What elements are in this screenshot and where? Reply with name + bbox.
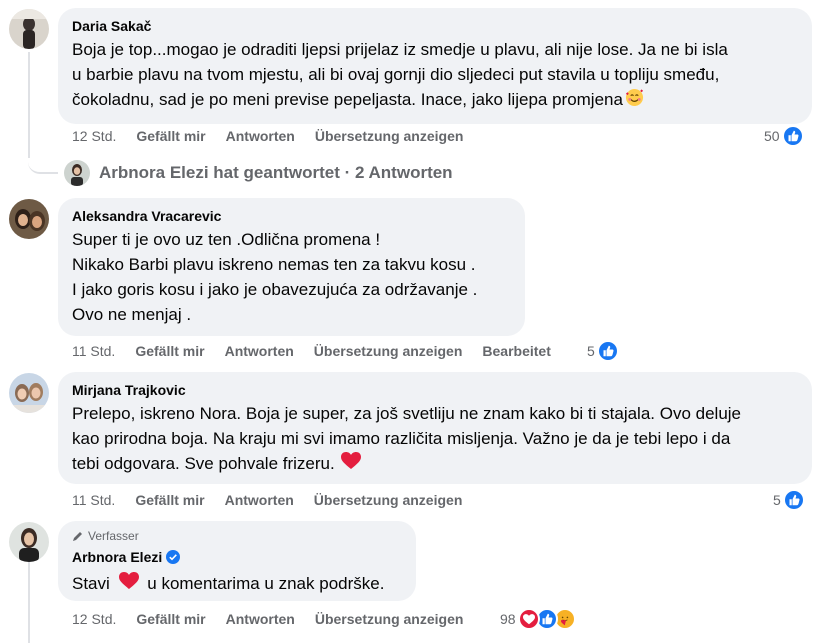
reaction-count: 50 [764, 128, 780, 144]
replies-text: Arbnora Elezi hat geantwortet · 2 Antwor… [99, 163, 453, 182]
reaction-summary[interactable]: 5 [587, 340, 619, 362]
comment-actions: 12 Std. Gefällt mir Antworten Übersetzung a… [72, 611, 483, 627]
comment-time[interactable]: 12 Std. [72, 611, 116, 627]
comment-line: I jako goris kosu i jako je obavezujuća … [72, 280, 478, 299]
comment-text: Stavi u komentarima u znak podrške. [72, 571, 402, 597]
red-heart-icon [340, 452, 361, 477]
translate-button[interactable]: Übersetzung anzeigen [315, 611, 464, 627]
comment-actions: 11 Std. Gefällt mir Antworten Übersetzung a… [72, 492, 482, 508]
reaction-summary[interactable]: 5 [773, 489, 805, 511]
comment-text: Super ti je ovo uz ten .Odlična promena … [72, 227, 511, 327]
comment-line: u barbie plavu na tvom mjestu, ali bi ov… [72, 65, 720, 84]
thread-connector [28, 150, 58, 174]
verified-badge-icon [166, 550, 181, 568]
like-button[interactable]: Gefällt mir [136, 611, 205, 627]
comment-line: čokoladnu, sad je po meni previse pepelj… [72, 90, 623, 109]
thread-line [28, 548, 30, 643]
comment-text-end: u komentarima u znak podrške. [147, 574, 385, 593]
smiling-face-with-hearts-icon [625, 88, 644, 114]
avatar[interactable] [9, 522, 49, 562]
translate-button[interactable]: Übersetzung anzeigen [315, 128, 464, 144]
comment-author[interactable]: Mirjana Trajkovic [72, 381, 798, 399]
comment-actions: 11 Std. Gefällt mir Antworten Übersetzung a… [72, 343, 571, 359]
comment-time[interactable]: 12 Std. [72, 128, 116, 144]
red-heart-icon [118, 572, 139, 597]
like-icon [781, 125, 804, 147]
comment-author[interactable]: Aleksandra Vracarevic [72, 207, 511, 225]
reaction-count: 5 [587, 343, 595, 359]
love-icon [517, 608, 540, 630]
comment-time[interactable]: 11 Std. [72, 492, 115, 508]
comment-author[interactable]: Daria Sakač [72, 17, 798, 35]
comment-text: Boja je top...mogao je odraditi ljepsi p… [72, 37, 798, 114]
author-badge: Verfasser [72, 529, 402, 543]
comment-line: tebi odgovara. Sve pohvale frizeru. [72, 454, 335, 473]
comment-text-start: Stavi [72, 574, 110, 593]
comment-author[interactable]: Arbnora Elezi [72, 549, 162, 565]
reaction-summary[interactable]: 50 [764, 125, 804, 147]
view-replies-link[interactable]: Arbnora Elezi hat geantwortet · 2 Antwor… [64, 160, 453, 186]
comment-bubble: Aleksandra Vracarevic Super ti je ovo uz… [58, 198, 525, 336]
comment-bubble: Daria Sakač Boja je top...mogao je odrad… [58, 8, 812, 124]
comment-line: Prelepo, iskreno Nora. Boja je super, za… [72, 404, 742, 423]
reaction-summary[interactable]: 98 [500, 608, 576, 630]
comment-line: kao prirodna boja. Na kraju mi svi imamo… [72, 429, 731, 448]
avatar[interactable] [9, 9, 49, 49]
reaction-count: 98 [500, 611, 516, 627]
avatar[interactable] [9, 199, 49, 239]
comment-line-wrap: čokoladnu, sad je po meni previse pepelj… [72, 87, 798, 114]
reply-button[interactable]: Antworten [226, 611, 295, 627]
comment-time[interactable]: 11 Std. [72, 343, 115, 359]
comment-line: Boja je top...mogao je odraditi ljepsi p… [72, 40, 728, 59]
comment-bubble: Mirjana Trajkovic Prelepo, iskreno Nora.… [58, 372, 812, 484]
like-icon [596, 340, 619, 362]
reaction-count: 5 [773, 492, 781, 508]
comment-line: Ovo ne menjaj . [72, 305, 192, 324]
translate-button[interactable]: Übersetzung anzeigen [314, 343, 463, 359]
reply-button[interactable]: Antworten [226, 128, 295, 144]
translate-button[interactable]: Übersetzung anzeigen [314, 492, 463, 508]
comment-line-wrap: tebi odgovara. Sve pohvale frizeru. [72, 451, 798, 477]
thread-line [28, 52, 30, 158]
like-button[interactable]: Gefällt mir [135, 343, 204, 359]
avatar[interactable] [9, 373, 49, 413]
like-button[interactable]: Gefällt mir [135, 492, 204, 508]
avatar [64, 160, 90, 186]
edited-label[interactable]: Bearbeitet [482, 343, 550, 359]
comment-text: Prelepo, iskreno Nora. Boja je super, za… [72, 401, 798, 477]
comment-author-wrap: Arbnora Elezi [72, 548, 402, 568]
pen-icon [72, 530, 84, 542]
reply-button[interactable]: Antworten [225, 492, 294, 508]
author-badge-label: Verfasser [88, 529, 139, 543]
comment-actions: 12 Std. Gefällt mir Antworten Übersetzung a… [72, 128, 483, 144]
like-icon [782, 489, 805, 511]
comment-bubble: Verfasser Arbnora Elezi Stavi u komentar… [58, 521, 416, 601]
like-button[interactable]: Gefällt mir [136, 128, 205, 144]
comment-line: Super ti je ovo uz ten .Odlična promena … [72, 230, 381, 249]
reply-button[interactable]: Antworten [225, 343, 294, 359]
comment-line: Nikako Barbi plavu iskreno nemas ten za … [72, 255, 476, 274]
